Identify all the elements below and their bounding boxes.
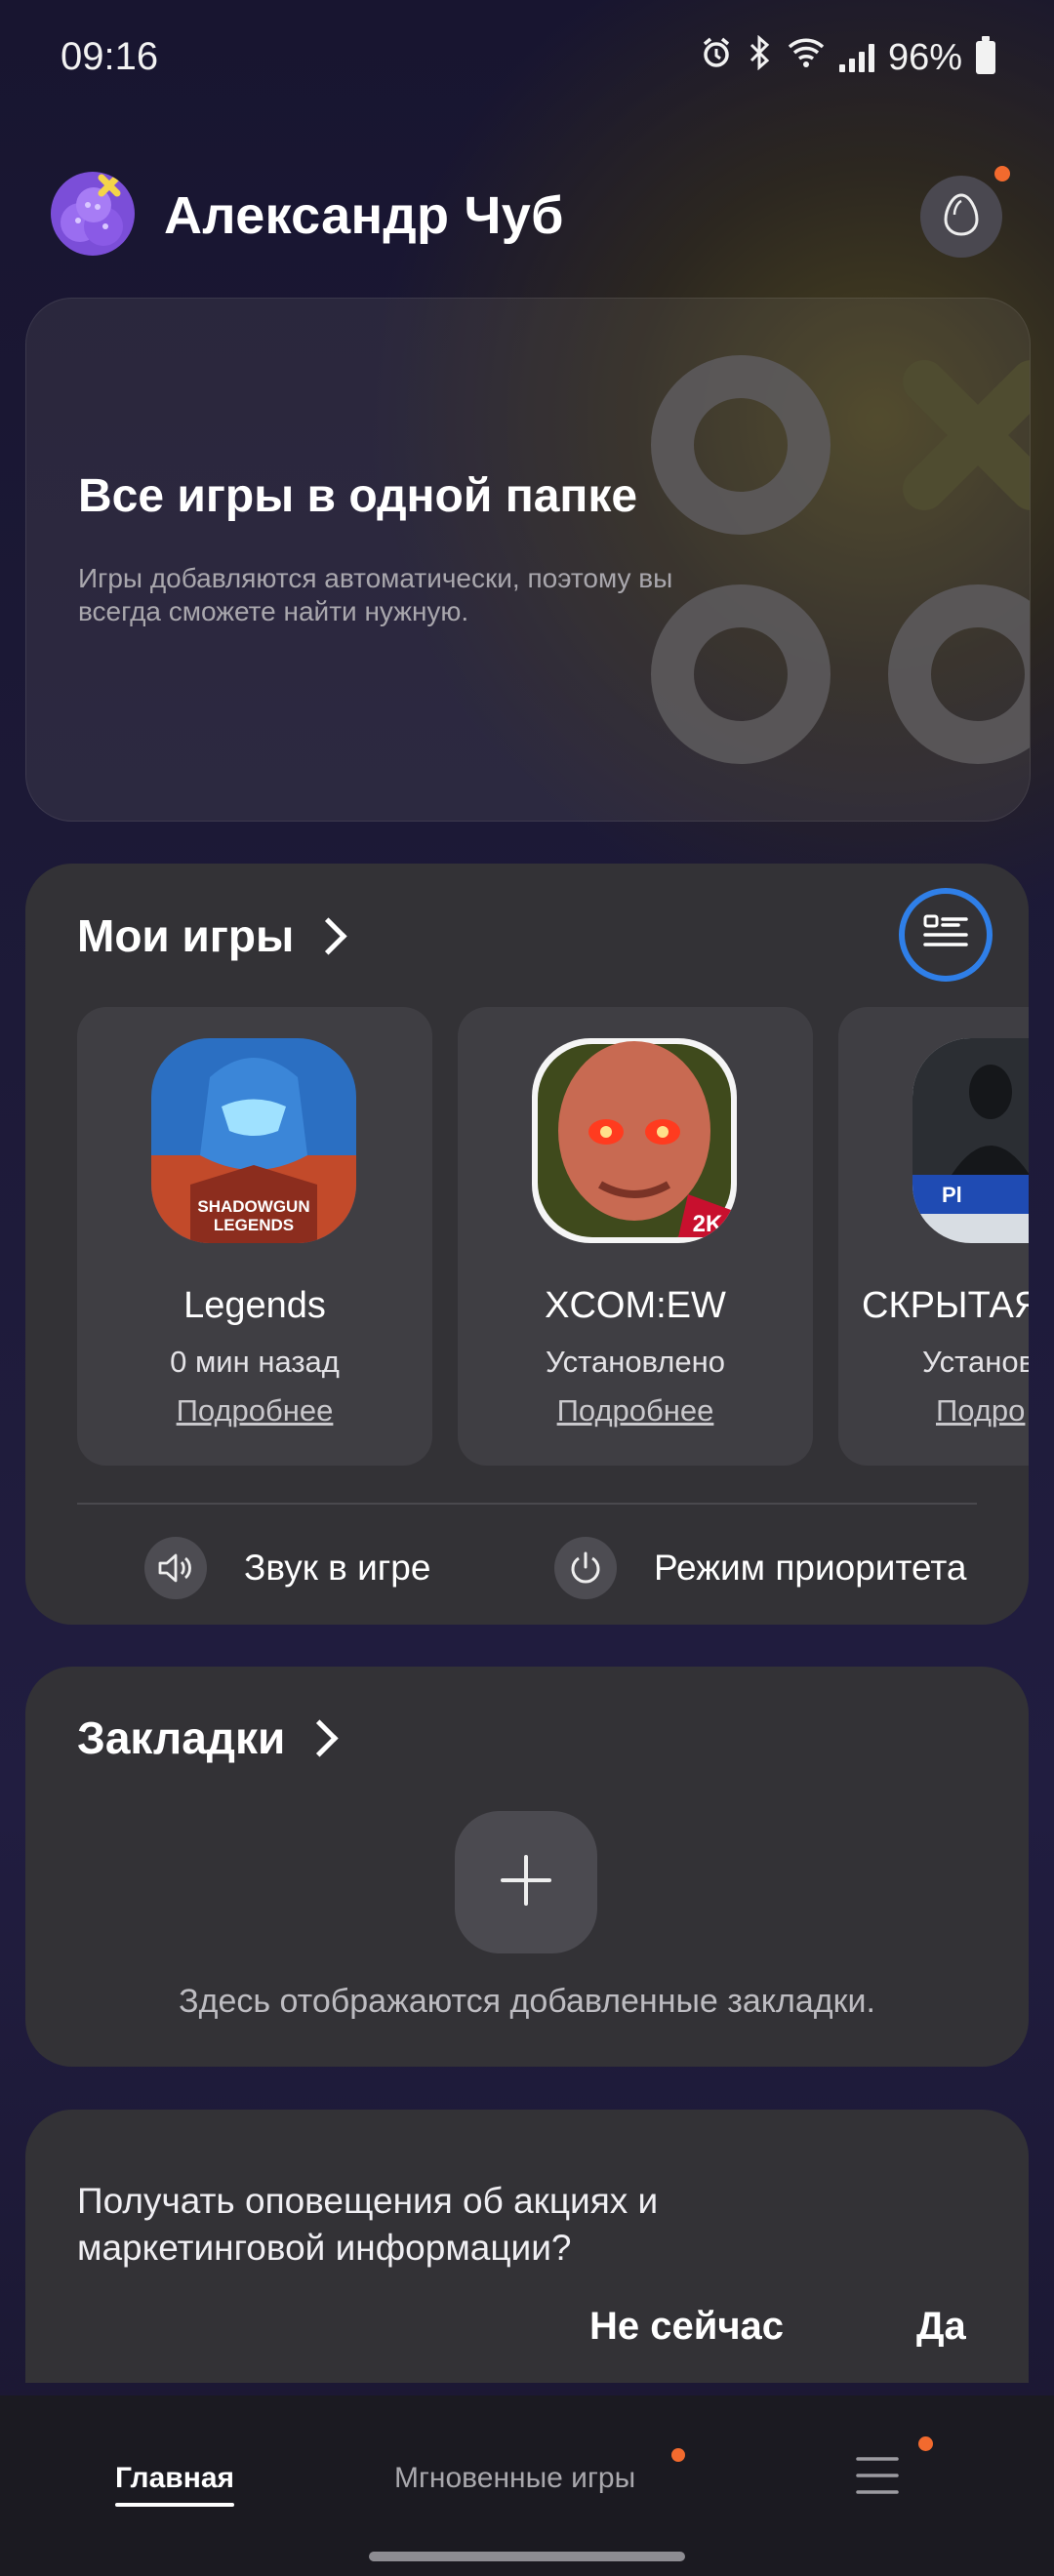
hidden-game-icon: Pl xyxy=(912,1038,1029,1243)
menu-icon xyxy=(855,2457,900,2501)
wifi-icon xyxy=(787,36,826,79)
not-now-button[interactable]: Не сейчас xyxy=(589,2305,784,2349)
svg-text:SHADOWGUN: SHADOWGUN xyxy=(197,1197,309,1216)
avatar[interactable] xyxy=(51,172,135,256)
game-tile-xcom[interactable]: 2K XCOM:EW Установлено Подробнее xyxy=(458,1007,813,1466)
marketing-question: Получать оповещения об акциях и маркетин… xyxy=(77,2181,659,2268)
priority-mode-label: Режим приоритета xyxy=(654,1548,967,1588)
egg-icon xyxy=(942,192,981,242)
notification-dot xyxy=(671,2448,685,2462)
speaker-icon xyxy=(144,1537,207,1599)
legends-game-icon: SHADOWGUN LEGENDS xyxy=(151,1038,356,1243)
battery-level: 96% xyxy=(887,36,962,78)
chevron-right-icon xyxy=(301,1718,339,1757)
yes-button[interactable]: Да xyxy=(916,2305,966,2349)
list-view-icon xyxy=(923,913,968,957)
xcom-game-icon: 2K xyxy=(532,1038,737,1243)
chevron-right-icon xyxy=(309,916,347,955)
menu-button[interactable] xyxy=(855,2454,900,2502)
status-time: 09:16 xyxy=(61,35,159,78)
alarm-icon xyxy=(699,35,734,80)
game-details-link[interactable]: Подро xyxy=(936,1393,1025,1429)
plus-icon xyxy=(499,1853,553,1912)
status-icons: 96% xyxy=(699,34,995,80)
nav-instant-games-tab[interactable]: Мгновенные игры xyxy=(394,2462,635,2495)
list-view-button[interactable] xyxy=(899,888,993,982)
signal-icon xyxy=(838,43,874,72)
game-sound-toggle[interactable]: Звук в игре xyxy=(144,1537,430,1599)
add-bookmark-button[interactable] xyxy=(455,1811,597,1953)
notification-dot xyxy=(918,2436,933,2451)
notifications-button[interactable] xyxy=(920,176,1002,258)
game-status: Установлено xyxy=(545,1345,726,1379)
power-icon xyxy=(554,1537,617,1599)
info-banner[interactable]: Все игры в одной папке Игры добавляются … xyxy=(25,298,1031,822)
my-games-card: Мои игры SHADOWGUN LEGENDS Legends 0 мин… xyxy=(25,864,1029,1625)
profile-name[interactable]: Александр Чуб xyxy=(164,185,564,246)
svg-text:Pl: Pl xyxy=(942,1183,962,1207)
tic-tac-toe-illustration xyxy=(651,355,1030,764)
game-sound-label: Звук в игре xyxy=(244,1548,431,1588)
game-tile-hidden[interactable]: Pl СКРЫТАЯ Установл Подро xyxy=(838,1007,1029,1466)
bookmarks-title: Закладки xyxy=(77,1712,286,1763)
svg-text:LEGENDS: LEGENDS xyxy=(214,1216,294,1234)
game-details-link[interactable]: Подробнее xyxy=(77,1393,432,1429)
bookmarks-header[interactable]: Закладки xyxy=(77,1711,339,1764)
game-name: XCOM:EW xyxy=(545,1285,726,1326)
game-tile-legends[interactable]: SHADOWGUN LEGENDS Legends 0 мин назад По… xyxy=(77,1007,432,1466)
bluetooth-icon xyxy=(748,34,773,80)
svg-text:2K: 2K xyxy=(693,1211,723,1237)
nav-home-tab[interactable]: Главная xyxy=(115,2462,234,2495)
battery-icon xyxy=(976,36,995,74)
bottom-navigation: Главная Мгновенные игры xyxy=(0,2395,1054,2576)
my-games-title: Мои игры xyxy=(77,910,295,961)
my-games-header[interactable]: Мои игры xyxy=(77,909,347,962)
banner-subtitle: Игры добавляются автоматически, поэтому … xyxy=(78,563,673,626)
game-status: 0 мин назад xyxy=(170,1345,340,1379)
game-status: Установл xyxy=(922,1345,1029,1379)
game-details-link[interactable]: Подробнее xyxy=(458,1393,813,1429)
bookmarks-empty-text: Здесь отображаются добавленные закладки. xyxy=(179,1983,875,2020)
game-name: Legends xyxy=(183,1285,326,1326)
priority-mode-toggle[interactable]: Режим приоритета xyxy=(554,1537,966,1599)
bookmarks-card: Закладки Здесь отображаются добавленные … xyxy=(25,1667,1029,2067)
game-name: СКРЫТАЯ xyxy=(862,1285,1029,1326)
banner-title: Все игры в одной папке xyxy=(78,470,638,522)
active-tab-indicator xyxy=(115,2503,234,2507)
divider xyxy=(77,1503,977,1505)
notification-dot xyxy=(994,166,1010,181)
home-gesture-bar[interactable] xyxy=(369,2552,685,2561)
marketing-consent-card: Получать оповещения об акциях и маркетин… xyxy=(25,2110,1029,2383)
